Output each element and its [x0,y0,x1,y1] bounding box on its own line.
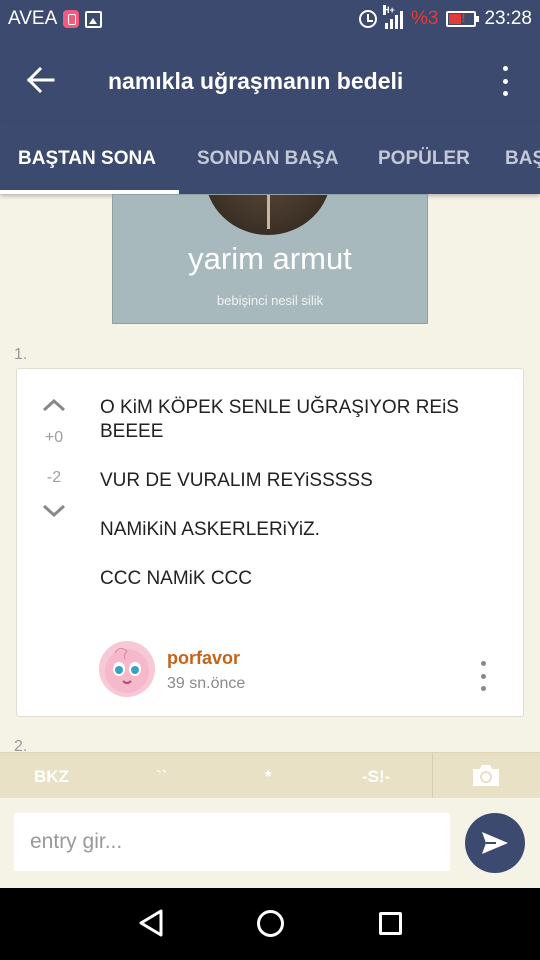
author-name[interactable]: porfavor [167,648,240,669]
overflow-menu-icon[interactable] [500,66,510,96]
system-nav-bar [0,888,540,960]
network-type: H+ [382,5,395,15]
tab-populer[interactable]: POPÜLER [378,148,470,170]
nav-recents-icon[interactable] [379,912,402,935]
entry-body: O KiM KÖPEK SENLE UĞRAŞIYOR REiS BEEEE V… [100,396,500,616]
send-button[interactable] [465,813,525,873]
entry-paragraph: VUR DE VURALIM REYiSSSSS [100,470,373,491]
downvote-chevron-icon[interactable] [42,504,66,518]
entry-paragraph: O KiM KÖPEK SENLE UĞRAŞIYOR REiS BEEEE [100,397,459,442]
downvote-count: -2 [46,469,62,486]
signal-icon: H+ [382,5,403,29]
entry-more-icon[interactable] [478,661,488,691]
tab-sondan-basa[interactable]: SONDAN BAŞA [197,148,338,170]
nav-back-icon[interactable] [138,908,164,938]
entry-timestamp: 39 sn.önce [167,675,246,692]
status-bar: AVEA H+ %3 ! 23:28 [0,0,540,38]
entry-number: 1. [14,346,28,363]
upvote-count: +0 [44,429,64,446]
entry-paragraph: CCC NAMiK CCC [100,568,252,589]
entry-number: 2. [14,738,28,752]
battery-icon: ! [446,11,480,27]
bkz-button[interactable]: BKZ [34,767,69,787]
nav-home-icon[interactable] [257,910,284,937]
clock: 23:28 [484,8,532,29]
topic-banner: yarim armut bebişinci nesil silik [112,194,428,324]
formatting-bar: BKZ `` * -S!- [0,752,540,799]
asterisk-button[interactable]: * [265,767,272,787]
alarm-icon [358,10,377,28]
send-icon [482,832,508,854]
entry-paragraph: NAMiKiN ASKERLERiYiZ. [100,519,320,540]
page-title: namıkla uğraşmanın bedeli [108,68,404,94]
tab-bastan-sona[interactable]: BAŞTAN SONA [18,148,156,170]
banner-subtitle: bebişinci nesil silik [216,293,324,308]
battery-percent: %3 [410,8,439,29]
banner-title: yarim armut [188,241,352,276]
upvote-chevron-icon[interactable] [42,398,66,412]
backtick-button[interactable]: `` [156,767,167,787]
spoiler-button[interactable]: -S!- [362,767,390,787]
back-arrow-icon[interactable] [26,66,56,94]
image-notification-icon [85,10,103,28]
tab-bas[interactable]: BAŞ [505,148,540,170]
author-avatar[interactable] [99,641,155,697]
entry-list[interactable]: yarim armut bebişinci nesil silik 1. +0 … [0,194,540,752]
banner-avatar [205,195,331,235]
entry-input[interactable] [14,813,450,871]
carrier-label: AVEA [8,8,58,29]
camera-icon[interactable] [470,763,502,788]
tab-bar: BAŞTAN SONA SONDAN BAŞA POPÜLER BAŞ [0,122,540,194]
compose-bar [0,798,540,888]
divider [432,753,433,799]
entry-card: +0 -2 O KiM KÖPEK SENLE UĞRAŞIYOR REiS B… [16,368,524,717]
app-bar: namıkla uğraşmanın bedeli [0,38,540,122]
sim-icon [63,10,80,28]
